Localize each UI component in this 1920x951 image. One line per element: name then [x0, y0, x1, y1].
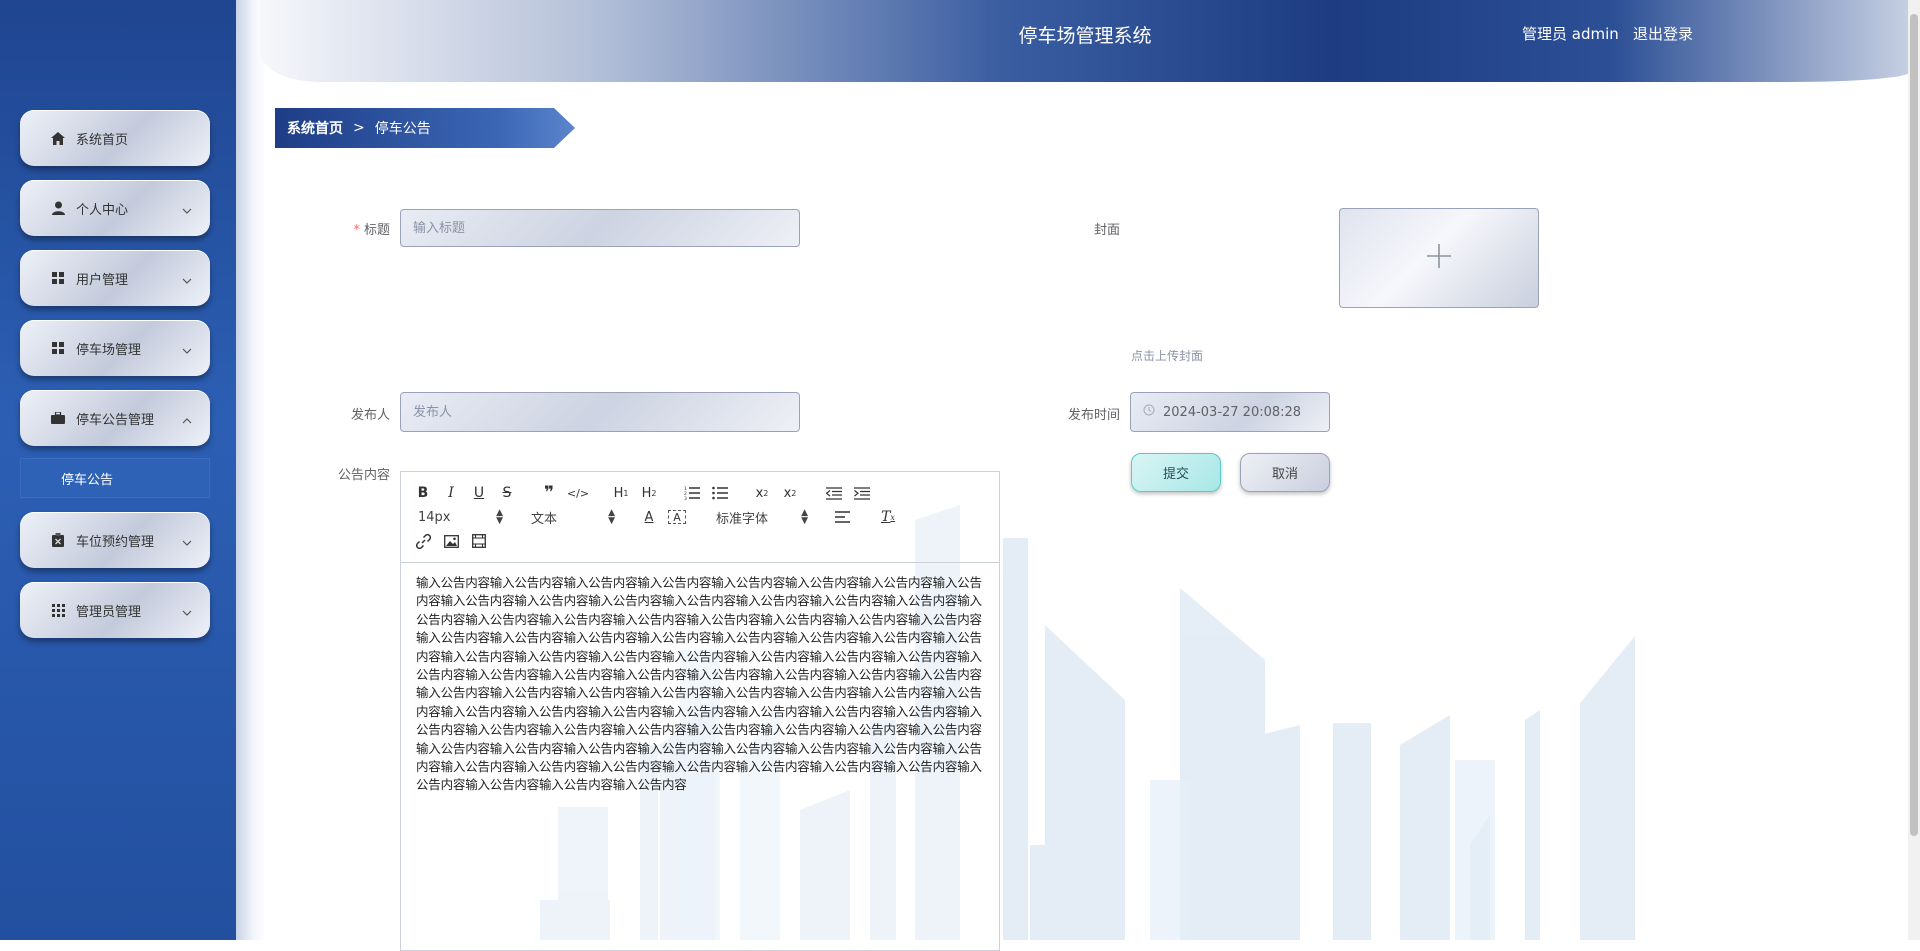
editor-content[interactable]: 输入公告内容输入公告内容输入公告内容输入公告内容输入公告内容输入公告内容输入公告…	[416, 574, 984, 795]
select-arrows-icon: ▲ ▼	[608, 508, 615, 526]
sidebar-menu: 系统首页 个人中心 用户管理 停车场管理 停车公告管理 停车公告 车位预约管理 …	[20, 110, 210, 652]
rich-text-editor: B I U S ❞ </> H1 H2 123 x2 x2 14px ▲ ▼ 文本 ▲…	[400, 471, 1000, 951]
italic-icon[interactable]: I	[443, 484, 459, 502]
video-icon[interactable]	[471, 532, 487, 550]
background-color-icon[interactable]: A	[668, 510, 686, 524]
breadcrumb-current: 停车公告	[374, 121, 431, 137]
sidebar-item-label: 系统首页	[76, 132, 129, 148]
sidebar-item-home[interactable]: 系统首页	[20, 110, 210, 166]
title-label: * 标题	[330, 219, 390, 238]
svg-text:3: 3	[684, 496, 687, 500]
briefcase-icon	[50, 410, 66, 426]
current-user: 管理员 admin	[1522, 25, 1619, 43]
ordered-list-icon[interactable]: 123	[683, 484, 701, 502]
font-color-icon[interactable]: A	[641, 508, 657, 526]
cover-upload[interactable]	[1339, 208, 1539, 308]
strikethrough-icon[interactable]: S	[499, 484, 515, 502]
top-header: 停车场管理系统 管理员 admin 退出登录	[260, 0, 1910, 82]
font-size-value: 14px	[418, 509, 451, 525]
font-size-select[interactable]: 14px ▲ ▼	[418, 508, 503, 526]
title-label-text: 标题	[363, 223, 390, 238]
publisher-input[interactable]	[400, 392, 800, 432]
sidebar-item-announcement-management[interactable]: 停车公告管理	[20, 390, 210, 446]
sidebar-item-admin-management[interactable]: 管理员管理	[20, 582, 210, 638]
scrollbar-thumb[interactable]	[1910, 14, 1918, 836]
title-input[interactable]	[400, 209, 800, 247]
cancel-button[interactable]: 取消	[1240, 453, 1330, 492]
publish-time-label: 发布时间	[1067, 408, 1120, 423]
sidebar-item-label: 个人中心	[76, 202, 129, 218]
breadcrumb: 系统首页 > 停车公告	[275, 108, 575, 148]
sidebar-subitem-announcement[interactable]: 停车公告	[20, 458, 210, 498]
sidebar-item-label: 停车公告管理	[76, 412, 155, 428]
breadcrumb-separator: >	[353, 120, 365, 136]
indent-icon[interactable]	[853, 484, 871, 502]
grid-icon	[50, 340, 66, 356]
chevron-down-icon	[182, 342, 192, 358]
font-family-select[interactable]: 标准字体 ▲ ▼	[716, 508, 808, 527]
underline-icon[interactable]: U	[471, 484, 487, 502]
page-scrollbar[interactable]	[1908, 0, 1920, 940]
subscript-icon[interactable]: x2	[753, 484, 771, 502]
grid-icon	[50, 270, 66, 286]
sidebar-item-label: 车位预约管理	[76, 534, 155, 550]
sidebar-item-user-management[interactable]: 用户管理	[20, 250, 210, 306]
image-icon[interactable]	[443, 532, 459, 550]
sidebar-item-parking-lot-management[interactable]: 停车场管理	[20, 320, 210, 376]
clipboard-icon	[50, 532, 66, 548]
bold-icon[interactable]: B	[415, 484, 431, 502]
breadcrumb-home[interactable]: 系统首页	[287, 118, 343, 138]
heading1-icon[interactable]: H1	[611, 484, 631, 502]
sidebar-item-label: 管理员管理	[76, 604, 142, 620]
select-arrows-icon: ▲ ▼	[801, 508, 808, 526]
code-block-icon[interactable]: </>	[567, 484, 589, 502]
select-arrows-icon: ▲ ▼	[496, 508, 503, 526]
publish-time-value: 2024-03-27 20:08:28	[1163, 404, 1302, 420]
text-type-value: 文本	[531, 511, 558, 527]
publisher-label: 发布人	[350, 408, 390, 423]
sidebar-edge	[236, 0, 266, 940]
clear-format-icon[interactable]: Tx	[879, 508, 897, 526]
required-mark: *	[353, 223, 360, 238]
sidebar-item-label: 停车场管理	[76, 342, 142, 358]
bullet-list-icon[interactable]	[711, 484, 729, 502]
home-icon	[50, 130, 66, 146]
clock-icon	[1143, 404, 1155, 420]
apps-icon	[50, 602, 66, 618]
content-label: 公告内容	[337, 468, 390, 483]
chevron-down-icon	[182, 272, 192, 288]
link-icon[interactable]	[415, 532, 431, 550]
logout-link[interactable]: 退出登录	[1633, 23, 1693, 44]
align-icon[interactable]	[833, 508, 851, 526]
outdent-icon[interactable]	[825, 484, 843, 502]
chevron-down-icon	[182, 534, 192, 550]
heading2-icon[interactable]: H2	[639, 484, 659, 502]
chevron-up-icon	[182, 412, 192, 428]
text-type-select[interactable]: 文本 ▲ ▼	[531, 508, 615, 527]
sidebar: 系统首页 个人中心 用户管理 停车场管理 停车公告管理 停车公告 车位预约管理 …	[0, 0, 240, 940]
editor-toolbar: B I U S ❞ </> H1 H2 123 x2 x2 14px ▲ ▼ 文本 ▲…	[401, 472, 999, 563]
chevron-down-icon	[182, 202, 192, 218]
font-family-value: 标准字体	[716, 511, 769, 527]
chevron-down-icon	[182, 604, 192, 620]
plus-icon	[1425, 242, 1453, 274]
user-icon	[50, 200, 66, 216]
superscript-icon[interactable]: x2	[781, 484, 799, 502]
sidebar-item-label: 用户管理	[76, 272, 129, 288]
publish-time-picker[interactable]: 2024-03-27 20:08:28	[1130, 392, 1330, 432]
sidebar-item-personal-center[interactable]: 个人中心	[20, 180, 210, 236]
cover-label: 封面	[1093, 223, 1120, 238]
sidebar-item-reservation-management[interactable]: 车位预约管理	[20, 512, 210, 568]
blockquote-icon[interactable]: ❞	[541, 483, 557, 503]
submit-button[interactable]: 提交	[1131, 453, 1221, 492]
cover-upload-hint: 点击上传封面	[1131, 349, 1204, 363]
